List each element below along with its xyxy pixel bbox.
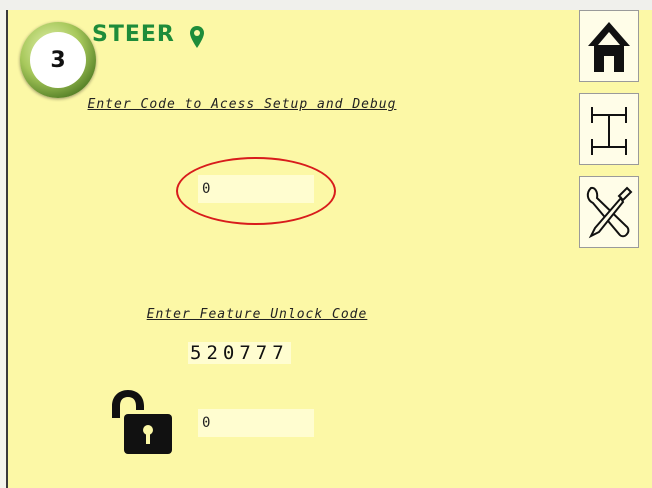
tools-button[interactable]	[579, 176, 639, 248]
highlight-ring	[176, 157, 336, 225]
home-icon	[588, 22, 630, 72]
top-strip	[0, 0, 652, 10]
vehicle-setup-button[interactable]	[579, 93, 639, 165]
screen-panel	[6, 10, 652, 488]
feature-unlock-code-display: 520777	[188, 342, 291, 364]
chassis-icon	[591, 107, 627, 155]
feature-unlock-label: Enter Feature Unlock Code	[146, 307, 368, 322]
setup-code-label: Enter Code to Acess Setup and Debug	[87, 97, 397, 112]
feature-unlock-input[interactable]: 0	[198, 409, 314, 437]
logo-text: STEER	[92, 22, 175, 47]
step-badge: 3	[20, 22, 96, 98]
tools-icon	[586, 186, 633, 239]
step-number: 3	[30, 32, 86, 88]
home-button[interactable]	[579, 10, 639, 82]
unlocked-padlock-icon	[112, 390, 172, 454]
map-pin-icon	[190, 26, 204, 48]
